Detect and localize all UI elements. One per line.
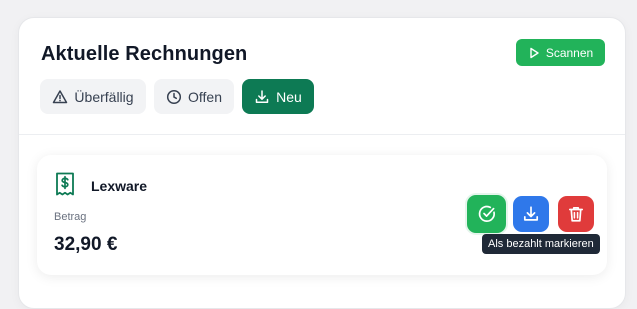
filter-open-label: Offen — [188, 88, 222, 105]
invoices-card: Aktuelle Rechnungen Scannen Überfällig O… — [18, 17, 626, 309]
page-title: Aktuelle Rechnungen — [41, 43, 248, 65]
mark-paid-tooltip: Als bezahlt markieren — [482, 234, 600, 254]
receipt-dollar-icon — [56, 172, 74, 196]
trash-icon — [568, 206, 584, 222]
play-icon — [530, 47, 539, 58]
divider — [19, 134, 625, 135]
amount-label: Betrag — [54, 211, 87, 223]
filter-overdue-label: Überfällig — [74, 88, 134, 105]
check-circle-icon — [478, 205, 495, 222]
invoice-item[interactable]: Lexware Betrag 32,90 € — [37, 155, 607, 275]
clock-icon — [166, 89, 182, 104]
filter-bar: Überfällig Offen Neu — [40, 79, 322, 114]
filter-open[interactable]: Offen — [154, 79, 234, 114]
vendor-name: Lexware — [91, 178, 148, 194]
delete-button[interactable] — [558, 196, 594, 232]
download-icon — [523, 206, 539, 221]
scan-button-label: Scannen — [545, 45, 594, 60]
filter-new-label: Neu — [276, 88, 302, 105]
amount-value: 32,90 € — [54, 234, 118, 255]
download-icon — [255, 89, 269, 103]
warning-triangle-icon — [53, 89, 68, 103]
mark-paid-button[interactable] — [467, 195, 506, 233]
download-button[interactable] — [513, 196, 549, 232]
filter-overdue[interactable]: Überfällig — [40, 79, 146, 114]
filter-new[interactable]: Neu — [242, 79, 314, 114]
scan-button[interactable]: Scannen — [516, 39, 605, 66]
